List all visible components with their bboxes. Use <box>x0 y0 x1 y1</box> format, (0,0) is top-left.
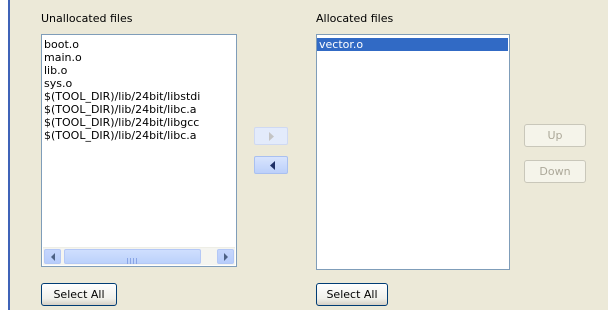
scroll-left-arrow-icon <box>51 253 55 261</box>
scrollbar-thumb[interactable] <box>64 249 201 264</box>
move-down-button[interactable]: Down <box>524 160 586 183</box>
unallocated-files-items: boot.o main.o lib.o sys.o $(TOOL_DIR)/li… <box>42 35 236 142</box>
left-margin <box>0 0 8 310</box>
move-up-button[interactable]: Up <box>524 124 586 147</box>
allocated-files-items: vector.o <box>317 35 509 51</box>
list-item[interactable]: $(TOOL_DIR)/lib/24bit/libc.a <box>42 129 236 142</box>
list-item[interactable]: main.o <box>42 51 236 64</box>
allocated-files-label: Allocated files <box>316 12 394 25</box>
list-item[interactable]: $(TOOL_DIR)/lib/24bit/libstdi <box>42 90 236 103</box>
unallocated-files-label: Unallocated files <box>41 12 133 25</box>
list-item[interactable]: lib.o <box>42 64 236 77</box>
grip-icon <box>127 254 139 264</box>
list-item[interactable]: sys.o <box>42 77 236 90</box>
unallocated-files-list[interactable]: boot.o main.o lib.o sys.o $(TOOL_DIR)/li… <box>41 34 237 267</box>
list-item[interactable]: $(TOOL_DIR)/lib/24bit/libc.a <box>42 103 236 116</box>
add-to-allocated-button[interactable] <box>254 127 288 145</box>
horizontal-scrollbar[interactable] <box>43 247 235 265</box>
scroll-left-button[interactable] <box>44 249 61 264</box>
left-accent-bar <box>8 0 10 310</box>
allocated-files-list[interactable]: vector.o <box>316 34 510 270</box>
allocated-select-all-button[interactable]: Select All <box>316 283 388 306</box>
remove-from-allocated-button[interactable] <box>254 156 288 174</box>
scroll-right-arrow-icon <box>224 253 228 261</box>
list-item[interactable]: $(TOOL_DIR)/lib/24bit/libgcc <box>42 116 236 129</box>
move-left-arrow-icon <box>270 161 275 170</box>
list-item-selected[interactable]: vector.o <box>317 38 508 51</box>
move-right-arrow-icon <box>269 132 274 141</box>
list-item[interactable]: boot.o <box>42 38 236 51</box>
scroll-right-button[interactable] <box>217 249 234 264</box>
unallocated-select-all-button[interactable]: Select All <box>41 283 117 306</box>
